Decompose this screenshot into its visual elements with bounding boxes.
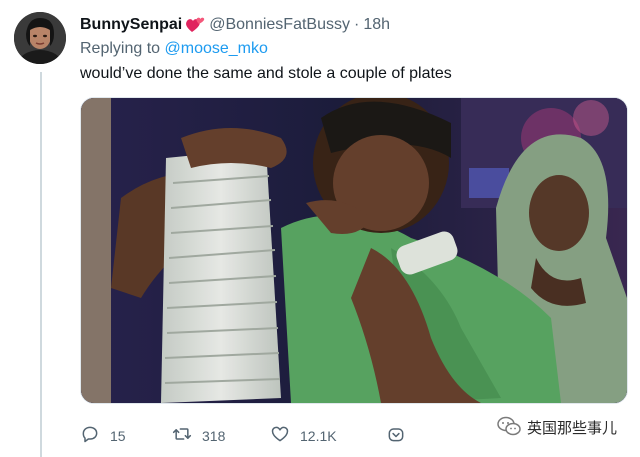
reply-count: 15 [110, 427, 126, 444]
watermark-text: 英国那些事儿 [527, 419, 618, 437]
like-action[interactable]: 12.1K [270, 424, 337, 447]
replying-to-label: Replying to [80, 40, 161, 57]
replying-to: Replying to @moose_mko [80, 40, 268, 58]
reply-icon [80, 424, 100, 447]
tweet-actions: 15 318 12.1K [80, 424, 410, 450]
timestamp[interactable]: 18h [363, 16, 390, 34]
tweet-header: BunnySenpai @BonniesFatBussy · 18h [80, 14, 390, 36]
tweet-text: would’ve done the same and stole a coupl… [80, 65, 452, 82]
display-name[interactable]: BunnySenpai [80, 16, 182, 34]
wechat-icon [497, 416, 521, 438]
heart-icon [270, 424, 290, 447]
like-count: 12.1K [300, 427, 337, 444]
user-handle[interactable]: @BonniesFatBussy [209, 16, 350, 34]
video-still-image [81, 98, 627, 403]
separator-dot: · [353, 16, 360, 33]
avatar-image [14, 12, 66, 64]
retweet-action[interactable]: 318 [172, 424, 225, 447]
tweet-media[interactable] [80, 97, 628, 404]
retweet-icon [172, 424, 192, 447]
retweet-count: 318 [202, 427, 226, 444]
avatar[interactable] [14, 12, 66, 64]
watermark: 英国那些事儿 [497, 414, 617, 440]
thread-line [40, 72, 42, 457]
replying-to-handle[interactable]: @moose_mko [165, 40, 268, 57]
share-icon [386, 424, 406, 447]
two-hearts-icon [185, 16, 205, 34]
reply-action[interactable]: 15 [80, 424, 126, 447]
share-action[interactable] [386, 424, 406, 447]
